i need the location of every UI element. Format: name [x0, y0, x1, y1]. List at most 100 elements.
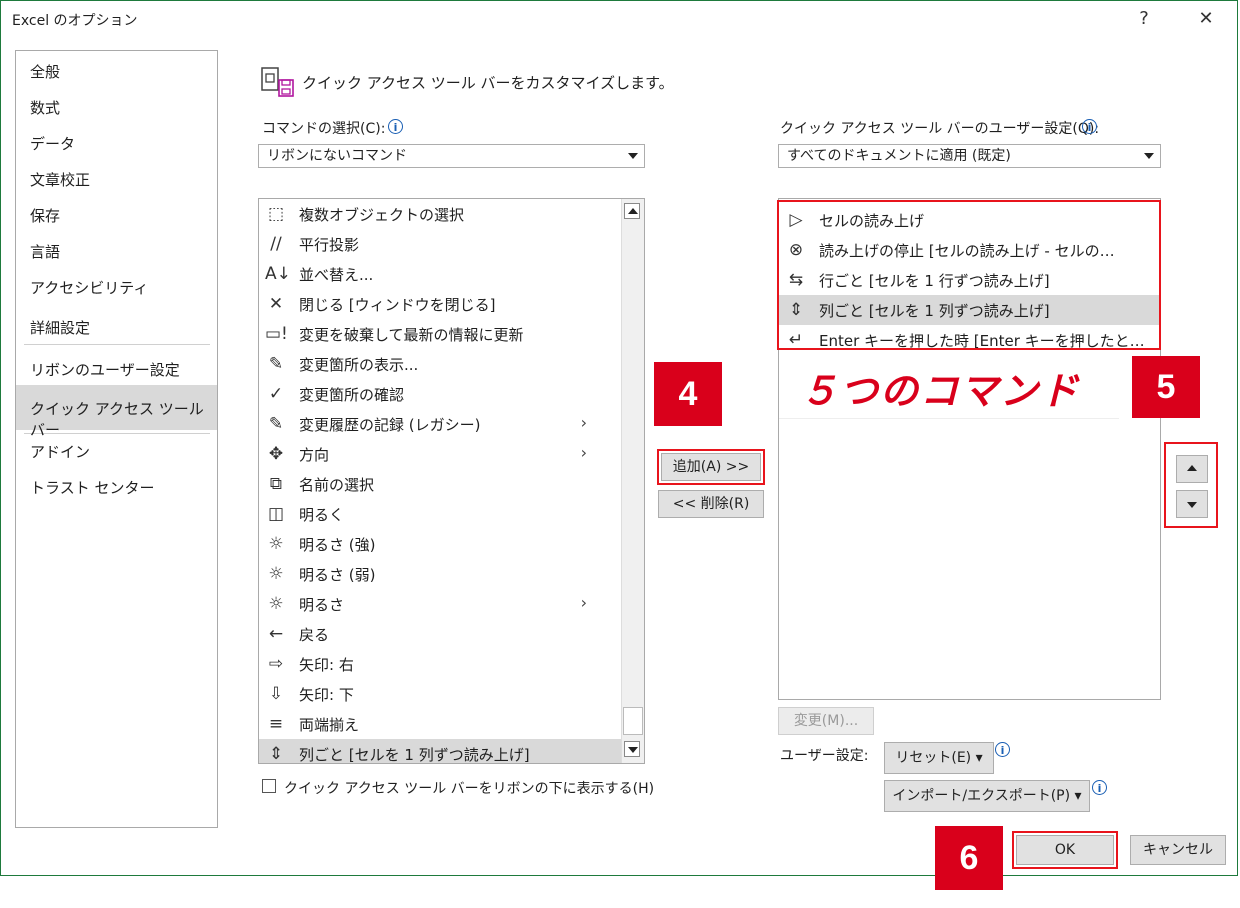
list-item-label: 並べ替え...: [299, 266, 374, 284]
scrollbar-thumb[interactable]: [623, 707, 643, 735]
list-item-label: 両端揃え: [299, 716, 360, 734]
move-down-button[interactable]: [1176, 490, 1208, 518]
chevron-down-icon: [628, 747, 638, 753]
command-list-item[interactable]: ☼ 明るさ ›: [259, 589, 623, 619]
reset-button[interactable]: リセット(E) ▾: [884, 742, 994, 774]
customize-toolbar-label: クイック アクセス ツール バーのユーザー設定(Q):: [780, 121, 1100, 137]
command-list-item[interactable]: ◫ 明るく: [259, 499, 623, 529]
show-below-ribbon-checkbox[interactable]: [262, 779, 276, 793]
background-strip: [0, 876, 1240, 908]
command-list-item[interactable]: ∕∕ 平行投影: [259, 229, 623, 259]
sidebar-item-proofing[interactable]: 文章校正: [30, 169, 90, 190]
sidebar-item-language[interactable]: 言語: [30, 241, 60, 262]
choose-commands-label: コマンドの選択(C):: [262, 121, 386, 137]
info-icon[interactable]: i: [995, 742, 1010, 757]
scroll-down-button[interactable]: [624, 741, 640, 757]
sidebar-item-data[interactable]: データ: [30, 133, 75, 154]
command-list-item[interactable]: ✕ 閉じる [ウィンドウを閉じる]: [259, 289, 623, 319]
command-list-item[interactable]: ⇨ 矢印: 右: [259, 649, 623, 679]
list-item-label: 名前の選択: [299, 476, 375, 494]
close-button[interactable]: ✕: [1188, 6, 1224, 32]
brightness-up-icon: ☼: [268, 534, 284, 554]
sidebar-item-general[interactable]: 全般: [30, 61, 60, 82]
category-sidebar: 全般 数式 データ 文章校正 保存 言語 アクセシビリティ 詳細設定 リボンのユ…: [15, 50, 218, 828]
command-list-item[interactable]: ☼ 明るさ (強): [259, 529, 623, 559]
list-item-label: 複数オブジェクトの選択: [299, 206, 465, 224]
list-item-label: 閉じる [ウィンドウを閉じる]: [299, 296, 496, 314]
command-list-item[interactable]: ✥ 方向 ›: [259, 439, 623, 469]
discard-refresh-icon: ▭!: [265, 324, 288, 344]
arrow-down-icon: ⇩: [268, 684, 284, 704]
list-item-label: 明るさ (弱): [299, 566, 376, 584]
import-export-button[interactable]: インポート/エクスポート(P) ▾: [884, 780, 1090, 812]
info-icon[interactable]: i: [388, 119, 403, 134]
scroll-up-button[interactable]: [624, 203, 640, 219]
sidebar-item-addins[interactable]: アドイン: [30, 441, 90, 462]
sidebar-item-trust-center[interactable]: トラスト センター: [30, 477, 154, 498]
close-x-icon: ✕: [268, 294, 284, 314]
info-icon[interactable]: i: [1092, 780, 1107, 795]
command-list-item[interactable]: ⇩ 矢印: 下: [259, 679, 623, 709]
list-item-label: 明るさ (強): [299, 536, 376, 554]
bright-cube-icon: ◫: [267, 504, 285, 524]
sidebar-item-quick-access-toolbar[interactable]: クイック アクセス ツール バー: [30, 398, 217, 440]
chevron-right-icon: ›: [580, 443, 587, 462]
scrollbar-track[interactable]: [621, 199, 644, 763]
page-header: クイック アクセス ツール バーをカスタマイズします。: [302, 74, 674, 92]
modify-button[interactable]: 変更(M)...: [778, 707, 874, 735]
sidebar-item-save[interactable]: 保存: [30, 205, 60, 226]
chevron-right-icon: ›: [580, 413, 587, 432]
command-list-item[interactable]: ≡ 両端揃え: [259, 709, 623, 739]
justify-icon: ≡: [268, 714, 284, 734]
list-item-label: 方向: [299, 446, 330, 464]
chevron-up-icon: [1187, 465, 1197, 471]
command-list-item[interactable]: ✎ 変更履歴の記録 (レガシー) ›: [259, 409, 623, 439]
arrow-right-icon: ⇨: [268, 654, 284, 674]
cancel-button[interactable]: キャンセル: [1130, 835, 1226, 865]
list-item-label: 変更を破棄して最新の情報に更新: [299, 326, 524, 344]
chevron-down-icon: [1187, 502, 1197, 508]
list-item-label: 明るく: [299, 506, 345, 524]
move-up-button[interactable]: [1176, 455, 1208, 483]
step-badge-4: 4: [654, 362, 722, 426]
command-list-item[interactable]: A↓ 並べ替え...: [259, 259, 623, 289]
customize-toolbar-value: すべてのドキュメントに適用 (既定): [787, 148, 1011, 164]
step-badge-5: 5: [1132, 356, 1200, 418]
chevron-down-icon: [1144, 153, 1154, 159]
select-objects-icon: ⬚: [267, 204, 285, 224]
customize-toolbar-dropdown[interactable]: すべてのドキュメントに適用 (既定): [778, 144, 1161, 168]
choose-commands-dropdown[interactable]: リボンにないコマンド: [258, 144, 645, 168]
sidebar-item-accessibility[interactable]: アクセシビリティ: [30, 277, 148, 298]
sidebar-item-formulas[interactable]: 数式: [30, 97, 60, 118]
show-changes-icon: ✎: [268, 354, 284, 374]
command-list-item[interactable]: ▭! 変更を破棄して最新の情報に更新: [259, 319, 623, 349]
command-list-item[interactable]: ✓ 変更箇所の確認: [259, 379, 623, 409]
list-item-label: 列ごと [セルを 1 列ずつ読み上げ]: [299, 746, 530, 764]
select-name-icon: ⧉: [269, 474, 283, 494]
command-list-item[interactable]: ⇕ 列ごと [セルを 1 列ずつ読み上げ]: [259, 739, 623, 764]
user-settings-label: ユーザー設定:: [780, 748, 869, 764]
commands-listbox[interactable]: ⬚ 複数オブジェクトの選択 ∕∕ 平行投影 A↓ 並べ替え... ✕ 閉じる [ウィンドウを閉…: [258, 198, 645, 764]
command-list-item[interactable]: ✎ 変更箇所の表示...: [259, 349, 623, 379]
brightness-down-icon: ☼: [268, 564, 284, 584]
list-item-label: 矢印: 下: [299, 686, 354, 704]
chevron-down-icon: [628, 153, 638, 159]
command-list-item[interactable]: ⧉ 名前の選択: [259, 469, 623, 499]
sidebar-item-customize-ribbon[interactable]: リボンのユーザー設定: [30, 359, 180, 380]
chevron-right-icon: ›: [580, 593, 587, 612]
info-icon[interactable]: i: [1082, 119, 1097, 134]
brightness-icon: ☼: [268, 594, 284, 614]
show-below-ribbon-label: クイック アクセス ツール バーをリボンの下に表示する(H): [284, 781, 655, 797]
command-list-item[interactable]: ☼ 明るさ (弱): [259, 559, 623, 589]
add-button[interactable]: 追加(A) >>: [661, 453, 761, 481]
read-by-columns-icon: ⇕: [268, 744, 284, 764]
command-list-item[interactable]: ⬚ 複数オブジェクトの選択: [259, 199, 623, 229]
help-button[interactable]: ?: [1126, 6, 1162, 32]
list-item-label: 平行投影: [299, 236, 360, 254]
remove-button[interactable]: << 削除(R): [658, 490, 764, 518]
command-list-item[interactable]: ← 戻る: [259, 619, 623, 649]
ok-button[interactable]: OK: [1016, 835, 1114, 865]
sidebar-item-advanced[interactable]: 詳細設定: [30, 317, 90, 338]
highlight-box: [777, 200, 1161, 350]
callout-text: ５つのコマンド: [800, 371, 1081, 413]
